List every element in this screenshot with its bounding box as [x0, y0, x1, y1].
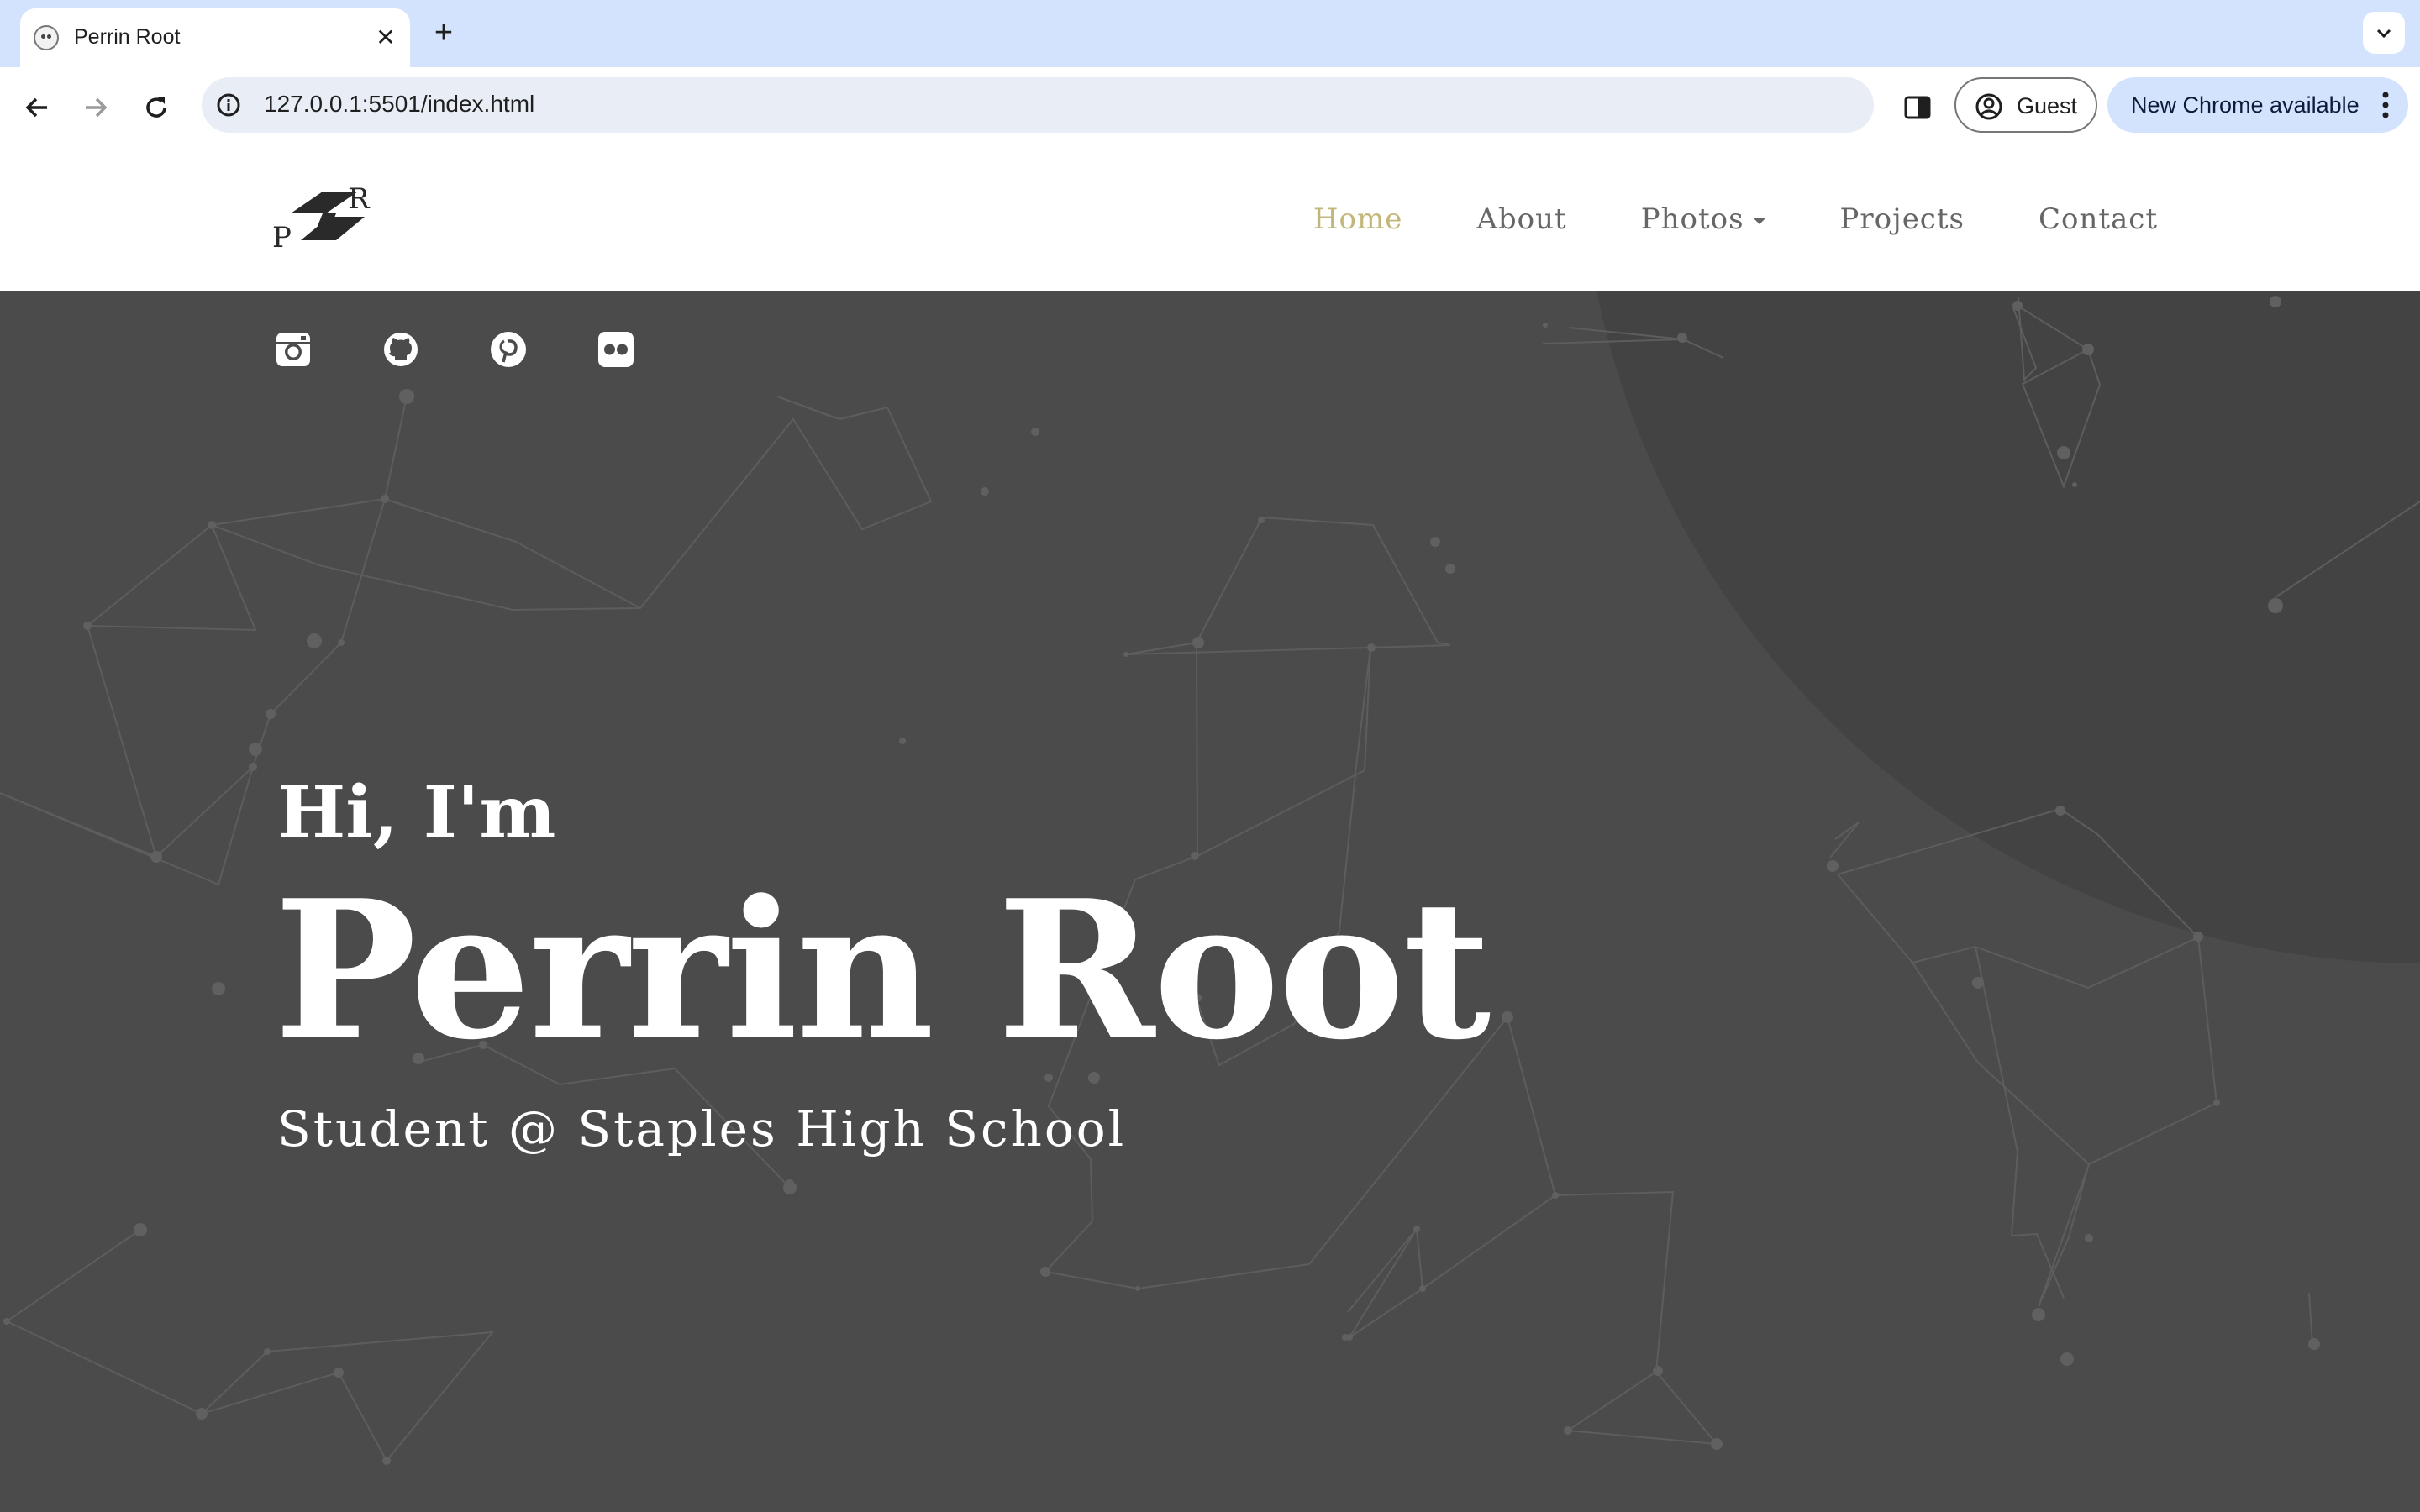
nav-contact[interactable]: Contact [2039, 202, 2158, 236]
hero-section: Hi, I'm Perrin Root Student @ Staples Hi… [0, 291, 2420, 1512]
address-bar[interactable]: 127.0.0.1:5501/index.html [202, 77, 1874, 133]
tab-title: Perrin Root [74, 25, 181, 49]
more-menu-icon[interactable] [2381, 91, 2390, 119]
hero-greeting: Hi, I'm [277, 770, 556, 855]
svg-text:R: R [348, 183, 371, 216]
close-tab-icon[interactable]: ✕ [371, 24, 400, 52]
tab-strip: Perrin Root ✕ + [0, 0, 2420, 67]
update-chrome-button[interactable]: New Chrome available [2107, 77, 2408, 133]
new-tab-button[interactable]: + [425, 15, 462, 52]
hero-tagline: Student @ Staples High School [277, 1100, 1127, 1158]
browser-toolbar: 127.0.0.1:5501/index.html Guest New Chro… [0, 67, 2420, 148]
profile-button[interactable]: Guest [1954, 77, 2097, 133]
main-nav: Home About Photos Projects Contact [1313, 146, 2158, 291]
reload-button[interactable] [138, 89, 175, 126]
site-favicon-icon [34, 25, 59, 50]
pinterest-icon[interactable] [489, 330, 528, 369]
nav-about[interactable]: About [1476, 202, 1566, 236]
instagram-icon[interactable] [274, 330, 313, 369]
nav-projects[interactable]: Projects [1840, 202, 1965, 236]
browser-tab[interactable]: Perrin Root ✕ [20, 8, 410, 67]
site-header: P R Home About Photos Projects Contact [0, 146, 2420, 291]
hero-name: Perrin Root [274, 859, 1491, 1082]
update-label: New Chrome available [2131, 92, 2360, 118]
caret-down-icon [1752, 217, 1766, 224]
side-panel-icon[interactable] [1901, 91, 1934, 124]
chevron-down-icon [2376, 29, 2391, 39]
url-text[interactable]: 127.0.0.1:5501/index.html [264, 91, 534, 118]
nav-home[interactable]: Home [1313, 202, 1402, 236]
nav-photos[interactable]: Photos [1641, 202, 1766, 236]
account-icon [1975, 93, 2002, 120]
svg-text:P: P [272, 221, 292, 250]
back-button[interactable] [18, 89, 55, 126]
site-info-icon[interactable] [215, 92, 242, 118]
site-logo[interactable]: P R [271, 183, 381, 250]
reload-icon [146, 97, 166, 118]
tab-search-button[interactable] [2363, 12, 2405, 54]
profile-label: Guest [2017, 93, 2078, 118]
flickr-icon[interactable] [597, 330, 635, 369]
nav-photos-label: Photos [1640, 202, 1744, 236]
forward-button[interactable] [77, 89, 114, 126]
social-links [274, 330, 635, 369]
github-icon[interactable] [381, 330, 420, 369]
forward-arrow-icon [86, 97, 108, 118]
back-arrow-icon [25, 97, 47, 118]
